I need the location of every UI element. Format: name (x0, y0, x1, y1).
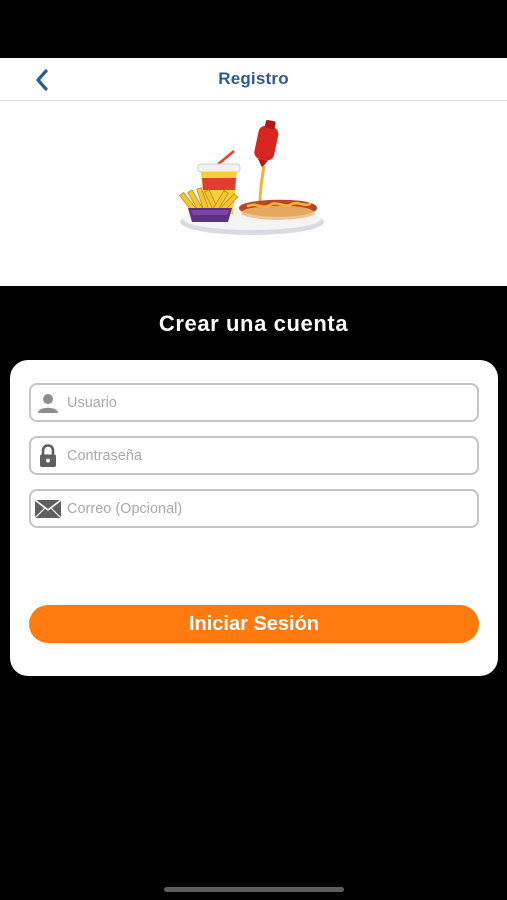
mail-icon (31, 491, 65, 526)
lock-icon (31, 438, 65, 473)
password-field[interactable] (29, 436, 479, 475)
user-icon (31, 385, 65, 420)
login-button[interactable]: Iniciar Sesión (29, 605, 479, 643)
page-title: Crear una cuenta (158, 311, 349, 336)
username-field[interactable] (29, 383, 479, 422)
password-input[interactable] (65, 438, 477, 473)
navigation-bar: Registro (0, 58, 507, 101)
email-input[interactable] (65, 491, 477, 526)
fast-food-illustration (179, 119, 324, 235)
status-bar (0, 0, 507, 58)
page-header-title: Registro (218, 69, 289, 88)
username-input[interactable] (65, 385, 477, 420)
signup-form-card: Iniciar Sesión (10, 360, 498, 676)
hero-wave-divider (0, 258, 507, 283)
home-indicator[interactable] (164, 887, 344, 892)
app-screen: Registro Crear una cuenta Usuario Correo… (0, 0, 507, 900)
email-field[interactable] (29, 489, 479, 528)
